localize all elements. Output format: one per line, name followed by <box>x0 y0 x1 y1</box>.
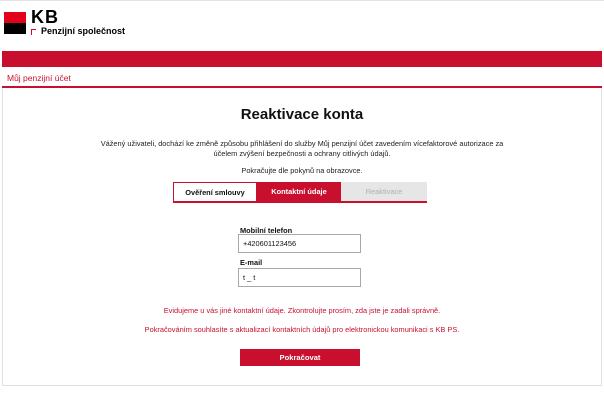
phone-input[interactable] <box>238 234 361 253</box>
email-label: E-mail <box>240 258 263 267</box>
brand-bar <box>2 51 602 67</box>
intro-text: Vážený uživateli, dochází ke změně způso… <box>100 139 504 158</box>
consent-message: Pokračováním souhlasíte s aktualizací ko… <box>144 325 460 334</box>
mismatch-message: Evidujeme u vás jiné kontaktní údaje. Zk… <box>163 306 441 315</box>
instruction-text: Pokračujte dle pokynů na obrazovce. <box>241 166 363 175</box>
page-title: Reaktivace konta <box>240 106 364 123</box>
step-contract-verification[interactable]: Ověření smlouvy <box>173 182 257 201</box>
logo-text: KB <box>31 7 59 27</box>
continue-button[interactable]: Pokračovat <box>240 349 360 366</box>
kb-logo[interactable]: KB Penzijní společnost <box>4 7 129 40</box>
step-contact-details[interactable]: Kontaktní údaje <box>257 182 341 201</box>
email-input[interactable] <box>238 268 361 287</box>
logo-corner-icon <box>31 29 36 35</box>
step-reactivation: Reaktivace <box>341 182 427 201</box>
header: KB Penzijní společnost <box>0 1 604 51</box>
navigation-bar: Můj penzijní účet <box>2 68 602 88</box>
step-tabs: Ověření smlouvy Kontaktní údaje Reaktiva… <box>173 182 427 203</box>
kb-logo-square-icon <box>4 12 26 34</box>
logo-subtitle: Penzijní společnost <box>41 26 126 36</box>
nav-link-my-account[interactable]: Můj penzijní účet <box>7 73 71 83</box>
